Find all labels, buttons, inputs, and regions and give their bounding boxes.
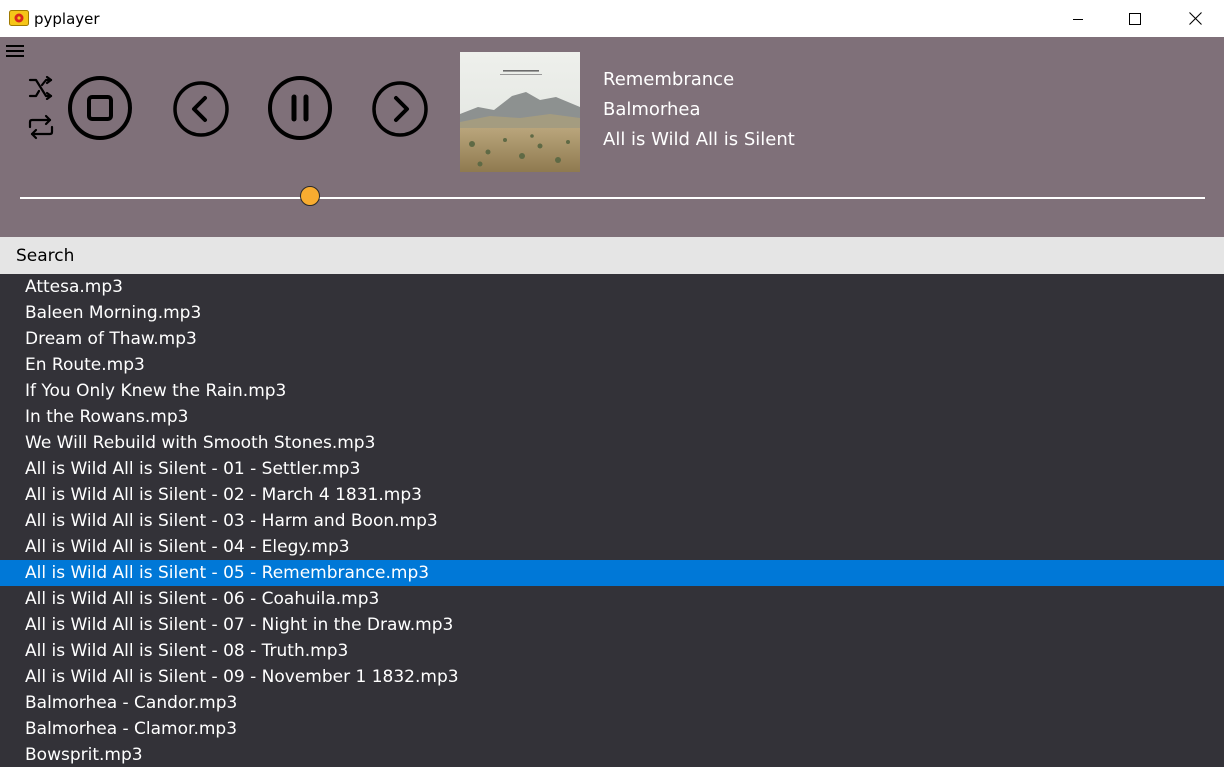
hamburger-menu-icon[interactable] (6, 44, 25, 59)
window-title: pyplayer (34, 10, 100, 28)
track-artist: Balmorhea (603, 99, 701, 120)
playlist-item[interactable]: In the Rowans.mp3 (0, 404, 1224, 430)
next-icon[interactable] (371, 80, 429, 138)
playlist-item-selected[interactable]: All is Wild All is Silent - 05 - Remembr… (0, 560, 1224, 586)
maximize-icon (1129, 12, 1141, 25)
close-button[interactable] (1166, 0, 1224, 37)
seek-handle[interactable] (300, 186, 321, 206)
search-bar (0, 237, 1224, 274)
pause-icon[interactable] (267, 75, 333, 141)
playlist-item[interactable]: All is Wild All is Silent - 06 - Coahuil… (0, 586, 1224, 612)
playlist-item[interactable]: All is Wild All is Silent - 08 - Truth.m… (0, 638, 1224, 664)
close-icon (1188, 12, 1202, 25)
playlist-item[interactable]: All is Wild All is Silent - 02 - March 4… (0, 482, 1224, 508)
playlist-item[interactable]: If You Only Knew the Rain.mp3 (0, 378, 1224, 404)
playlist-item[interactable]: We Will Rebuild with Smooth Stones.mp3 (0, 430, 1224, 456)
seek-bar[interactable] (20, 197, 1205, 199)
playlist-item[interactable]: All is Wild All is Silent - 04 - Elegy.m… (0, 534, 1224, 560)
playlist-item[interactable]: Bowsprit.mp3 (0, 742, 1224, 767)
playlist-item[interactable]: Baleen Morning.mp3 (0, 300, 1224, 326)
album-art (460, 52, 580, 172)
playlist-item[interactable]: Dream of Thaw.mp3 (0, 326, 1224, 352)
shuffle-icon[interactable] (28, 76, 54, 100)
playlist-item[interactable]: En Route.mp3 (0, 352, 1224, 378)
pyplayer-app-icon (9, 10, 29, 26)
stop-icon[interactable] (67, 75, 133, 141)
minimize-button[interactable] (1049, 0, 1107, 37)
search-input[interactable] (0, 237, 1224, 274)
repeat-icon[interactable] (27, 113, 55, 141)
track-title: Remembrance (603, 69, 735, 90)
playlist: Attesa.mp3 Baleen Morning.mp3 Dream of Tha… (0, 274, 1224, 767)
playlist-item[interactable]: All is Wild All is Silent - 03 - Harm an… (0, 508, 1224, 534)
player-panel: Remembrance Balmorhea All is Wild All is… (0, 37, 1224, 237)
playlist-item[interactable]: Balmorhea - Clamor.mp3 (0, 716, 1224, 742)
track-album: All is Wild All is Silent (603, 129, 795, 150)
playlist-item[interactable]: All is Wild All is Silent - 07 - Night i… (0, 612, 1224, 638)
playlist-item[interactable]: All is Wild All is Silent - 09 - Novembe… (0, 664, 1224, 690)
playlist-item[interactable]: All is Wild All is Silent - 01 - Settler… (0, 456, 1224, 482)
playlist-item[interactable]: Attesa.mp3 (0, 274, 1224, 300)
previous-icon[interactable] (172, 80, 230, 138)
maximize-button[interactable] (1106, 0, 1164, 37)
minimize-icon (1073, 18, 1083, 20)
title-bar: pyplayer (0, 0, 1224, 37)
playlist-item[interactable]: Balmorhea - Candor.mp3 (0, 690, 1224, 716)
